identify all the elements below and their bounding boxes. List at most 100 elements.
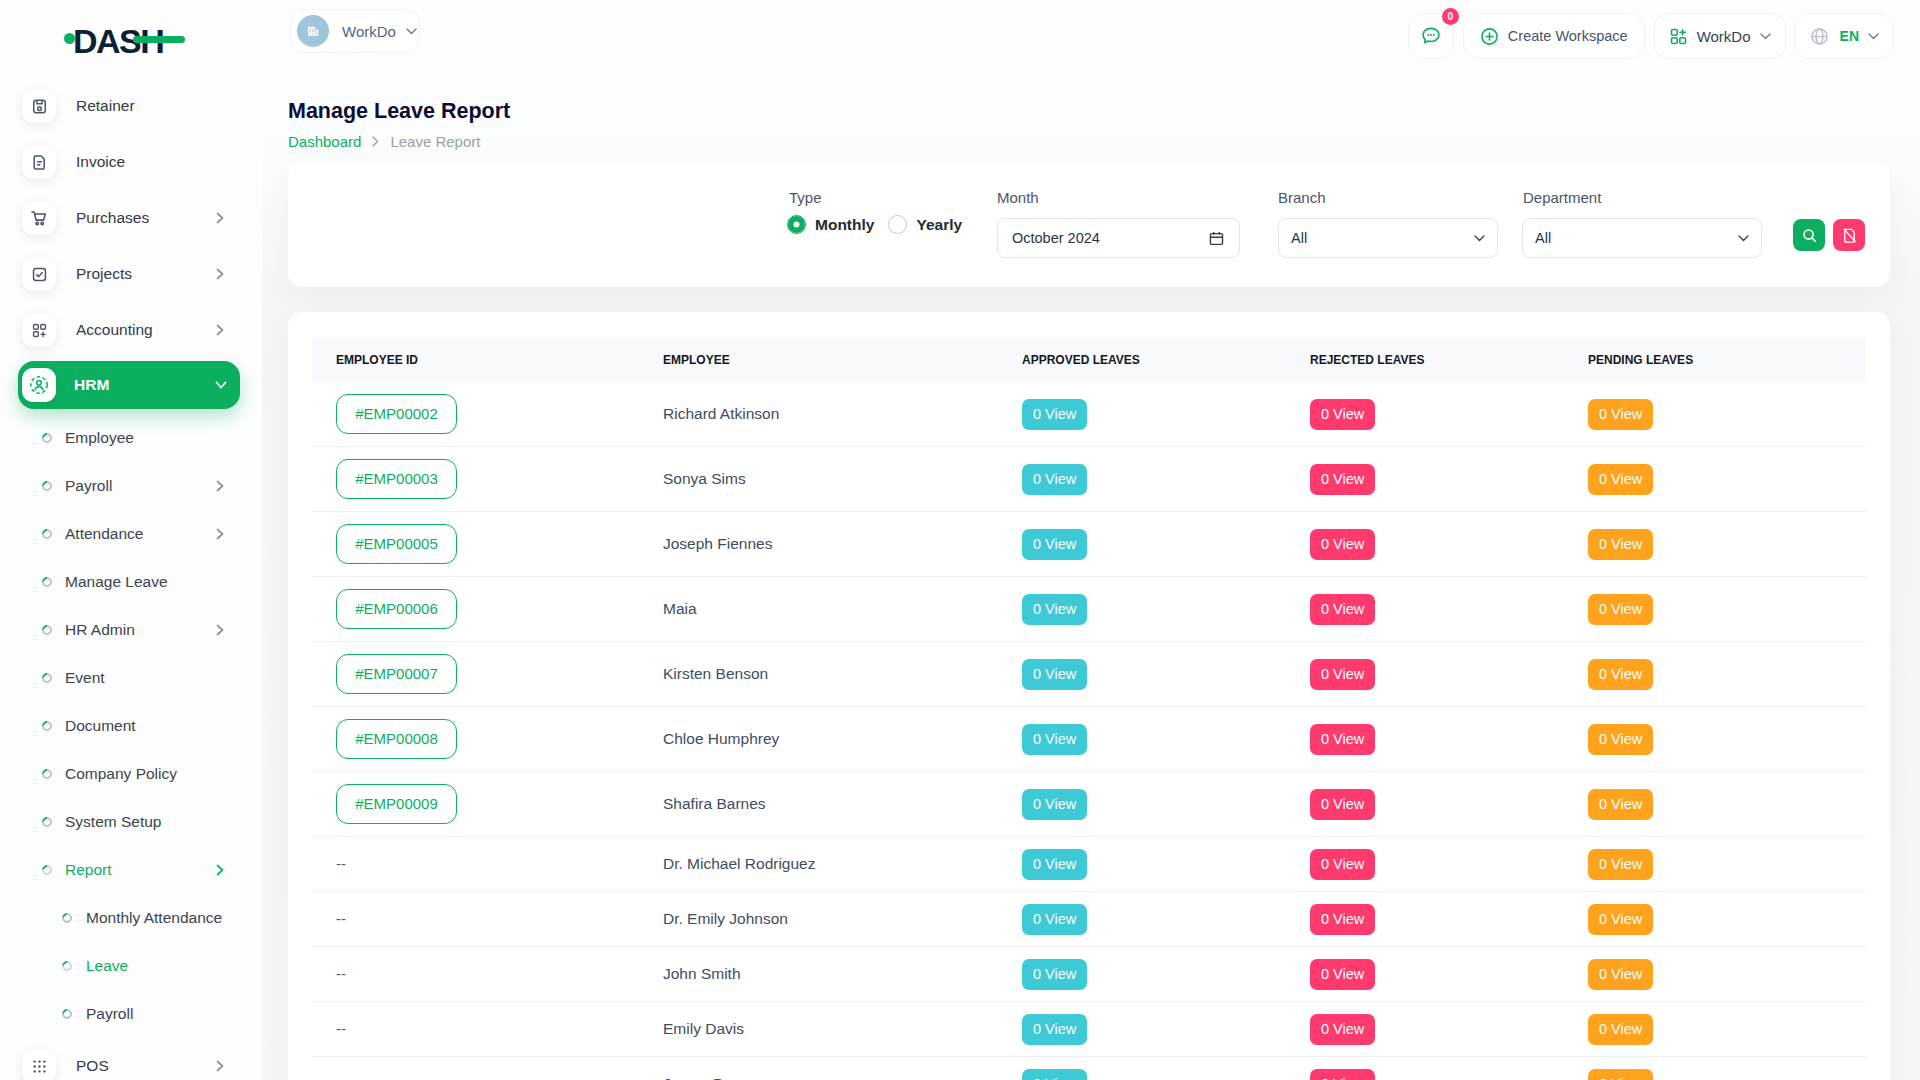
rejected-leaves-button[interactable]: 0 View — [1310, 849, 1375, 880]
sidebar-item-manage-leave[interactable]: Manage Leave — [0, 558, 262, 606]
department-value: All — [1535, 230, 1551, 246]
rejected-leaves-button[interactable]: 0 View — [1310, 959, 1375, 990]
column-header-approved-leaves: APPROVED LEAVES — [1022, 353, 1310, 367]
approved-leaves-button[interactable]: 0 View — [1022, 1014, 1087, 1045]
department-select[interactable]: All — [1522, 218, 1762, 258]
hrm-icon — [22, 368, 56, 402]
bullet-icon — [40, 671, 54, 685]
pending-leaves-button[interactable]: 0 View — [1588, 594, 1653, 625]
radio-yearly[interactable] — [888, 215, 907, 234]
pending-leaves-button[interactable]: 0 View — [1588, 659, 1653, 690]
employee-id-badge[interactable]: #EMP00006 — [336, 589, 457, 629]
breadcrumb-dashboard-link[interactable]: Dashboard — [288, 133, 361, 150]
page-title: Manage Leave Report — [288, 99, 510, 124]
rejected-leaves-button[interactable]: 0 View — [1310, 789, 1375, 820]
sidebar-item-attendance[interactable]: Attendance — [0, 510, 262, 558]
rejected-leaves-button[interactable]: 0 View — [1310, 724, 1375, 755]
language-selector[interactable]: EN — [1794, 13, 1894, 59]
approved-leaves-button[interactable]: 0 View — [1022, 904, 1087, 935]
rejected-leaves-button[interactable]: 0 View — [1310, 659, 1375, 690]
filter-card: Type Monthly Yearly Month October 2024 B… — [288, 161, 1890, 287]
sidebar-item-label: Invoice — [76, 153, 125, 171]
employee-id-empty: -- — [336, 1075, 346, 1080]
table-row: #EMP00007Kirsten Benson0 View0 View0 Vie… — [312, 642, 1866, 707]
messages-count-badge: 0 — [1442, 8, 1459, 25]
sidebar-item-invoice[interactable]: Invoice — [0, 134, 262, 190]
create-workspace-button[interactable]: Create Workspace — [1463, 13, 1645, 59]
sidebar-item-hr-admin[interactable]: HR Admin — [0, 606, 262, 654]
sidebar-item-employee[interactable]: Employee — [0, 414, 262, 462]
app-logo[interactable]: DASH — [64, 22, 185, 61]
employee-id-badge[interactable]: #EMP00009 — [336, 784, 457, 824]
rejected-leaves-button[interactable]: 0 View — [1310, 464, 1375, 495]
rejected-leaves-button[interactable]: 0 View — [1310, 904, 1375, 935]
rejected-leaves-button[interactable]: 0 View — [1310, 529, 1375, 560]
radio-monthly[interactable] — [787, 215, 806, 234]
branch-select[interactable]: All — [1278, 218, 1498, 258]
sidebar-nav: Retainer Invoice PurchasesProjectsAccounti… — [0, 78, 262, 1080]
employee-id-empty: -- — [336, 910, 346, 927]
pending-leaves-button[interactable]: 0 View — [1588, 724, 1653, 755]
pending-leaves-button[interactable]: 0 View — [1588, 464, 1653, 495]
pending-leaves-button[interactable]: 0 View — [1588, 904, 1653, 935]
employee-id-badge[interactable]: #EMP00008 — [336, 719, 457, 759]
sidebar-item-label: Payroll — [65, 477, 112, 495]
employee-id-badge[interactable]: #EMP00007 — [336, 654, 457, 694]
sidebar-item-document[interactable]: Document — [0, 702, 262, 750]
approved-leaves-button[interactable]: 0 View — [1022, 959, 1087, 990]
approved-leaves-button[interactable]: 0 View — [1022, 399, 1087, 430]
approved-leaves-button[interactable]: 0 View — [1022, 659, 1087, 690]
app-menu-button[interactable]: WorkDo — [1654, 13, 1786, 59]
pending-leaves-button[interactable]: 0 View — [1588, 959, 1653, 990]
approved-leaves-button[interactable]: 0 View — [1022, 529, 1087, 560]
search-button[interactable] — [1793, 219, 1825, 251]
rejected-leaves-button[interactable]: 0 View — [1310, 399, 1375, 430]
rejected-leaves-button[interactable]: 0 View — [1310, 594, 1375, 625]
chevron-right-icon — [216, 864, 224, 876]
pending-leaves-button[interactable]: 0 View — [1588, 399, 1653, 430]
employee-name: John Smith — [663, 965, 1022, 983]
approved-leaves-button[interactable]: 0 View — [1022, 464, 1087, 495]
approved-leaves-button[interactable]: 0 View — [1022, 849, 1087, 880]
rejected-leaves-button[interactable]: 0 View — [1310, 1069, 1375, 1080]
employee-id-empty: -- — [336, 965, 346, 982]
sidebar-item-label: Monthly Attendance — [86, 909, 222, 927]
pending-leaves-button[interactable]: 0 View — [1588, 1014, 1653, 1045]
sidebar-item-hrm[interactable]: HRM — [18, 361, 240, 409]
approved-leaves-button[interactable]: 0 View — [1022, 594, 1087, 625]
sidebar-item-event[interactable]: Event — [0, 654, 262, 702]
sidebar-item-payroll[interactable]: Payroll — [0, 990, 262, 1038]
pending-leaves-button[interactable]: 0 View — [1588, 529, 1653, 560]
sidebar-item-report[interactable]: Report — [0, 846, 262, 894]
bullet-icon — [40, 623, 54, 637]
sidebar-item-projects[interactable]: Projects — [0, 246, 262, 302]
sidebar-item-monthly-attendance[interactable]: Monthly Attendance — [0, 894, 262, 942]
type-label: Type — [789, 189, 822, 206]
sidebar-item-purchases[interactable]: Purchases — [0, 190, 262, 246]
rejected-leaves-button[interactable]: 0 View — [1310, 1014, 1375, 1045]
pending-leaves-button[interactable]: 0 View — [1588, 789, 1653, 820]
messages-button[interactable]: 0 — [1408, 13, 1454, 59]
employee-name: Maia — [663, 600, 1022, 618]
pending-leaves-button[interactable]: 0 View — [1588, 849, 1653, 880]
employee-id-badge[interactable]: #EMP00005 — [336, 524, 457, 564]
approved-leaves-button[interactable]: 0 View — [1022, 724, 1087, 755]
sidebar-item-retainer[interactable]: Retainer — [0, 78, 262, 134]
bullet-icon — [60, 1007, 74, 1021]
sidebar-item-company-policy[interactable]: Company Policy — [0, 750, 262, 798]
sidebar-item-leave[interactable]: Leave — [0, 942, 262, 990]
export-button[interactable] — [1833, 219, 1865, 251]
table-row: --Emily Davis0 View0 View0 View — [312, 1002, 1866, 1057]
sidebar-item-accounting[interactable]: Accounting — [0, 302, 262, 358]
approved-leaves-button[interactable]: 0 View — [1022, 1069, 1087, 1080]
employee-id-badge[interactable]: #EMP00002 — [336, 394, 457, 434]
sidebar-item-payroll[interactable]: Payroll — [0, 462, 262, 510]
approved-leaves-button[interactable]: 0 View — [1022, 789, 1087, 820]
month-input[interactable]: October 2024 — [997, 218, 1240, 258]
pending-leaves-button[interactable]: 0 View — [1588, 1069, 1653, 1080]
sidebar-item-pos[interactable]: POS — [0, 1038, 262, 1080]
sidebar-item-system-setup[interactable]: System Setup — [0, 798, 262, 846]
workspace-switcher[interactable]: WorkDo — [290, 9, 420, 53]
employee-id-badge[interactable]: #EMP00003 — [336, 459, 457, 499]
leave-report-table-card: EMPLOYEE IDEMPLOYEEAPPROVED LEAVESREJECT… — [288, 312, 1890, 1080]
